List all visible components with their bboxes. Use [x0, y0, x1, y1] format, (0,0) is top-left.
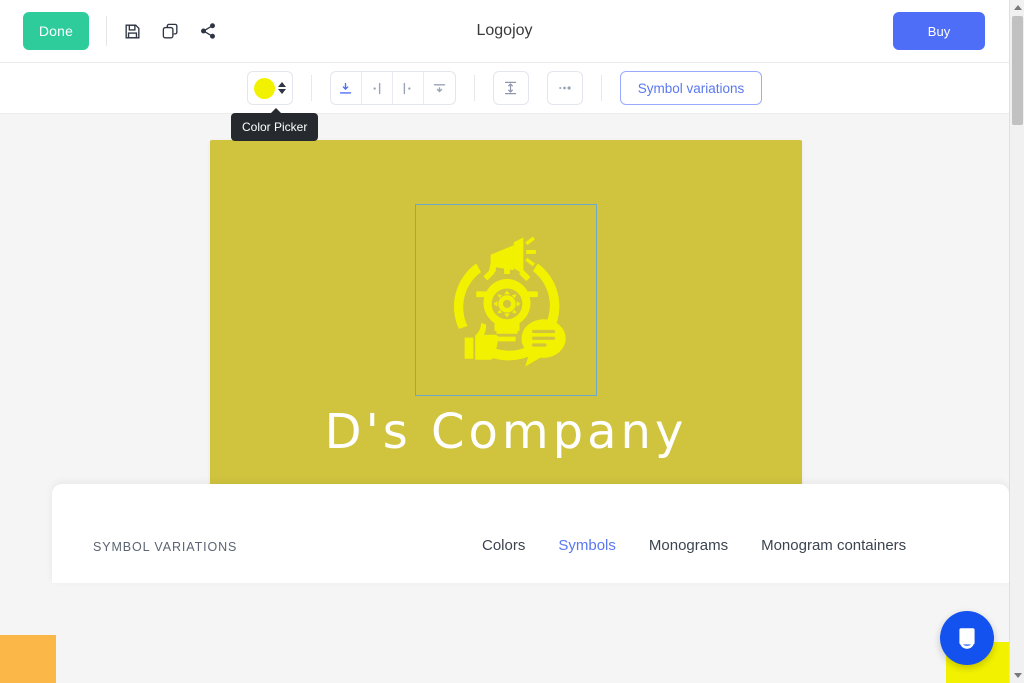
- scroll-down-icon[interactable]: [1010, 668, 1024, 683]
- editor-toolbar: Symbol variations: [0, 63, 1009, 114]
- duplicate-icon[interactable]: [153, 14, 187, 48]
- symbol-variations-button[interactable]: Symbol variations: [619, 71, 763, 105]
- scroll-up-icon[interactable]: [1010, 0, 1024, 15]
- color-picker-tooltip: Color Picker: [231, 108, 319, 141]
- vertical-spacing-icon[interactable]: [492, 71, 529, 105]
- save-icon[interactable]: [115, 14, 149, 48]
- scrollbar-thumb[interactable]: [1012, 16, 1023, 125]
- brand-name[interactable]: D's Company: [210, 404, 802, 460]
- done-button[interactable]: Done: [23, 12, 89, 50]
- symbol-variations-panel: SYMBOL VARIATIONS Colors Symbols Monogra…: [52, 484, 1009, 583]
- symbol-selection-frame[interactable]: [415, 204, 597, 396]
- tab-colors[interactable]: Colors: [482, 537, 525, 554]
- align-left-icon[interactable]: [393, 72, 424, 104]
- top-bar: Done Logojoy Buy: [0, 0, 1009, 63]
- share-icon[interactable]: [191, 14, 225, 48]
- digital-marketing-symbol[interactable]: [430, 221, 584, 381]
- color-picker-button[interactable]: [246, 71, 293, 105]
- buy-button[interactable]: Buy: [893, 12, 985, 50]
- align-top-icon[interactable]: [424, 72, 455, 104]
- page-scrollbar[interactable]: [1009, 0, 1024, 683]
- intercom-chat-icon[interactable]: [940, 611, 994, 665]
- panel-tabs: Colors Symbols Monograms Monogram contai…: [482, 537, 906, 554]
- divider: [473, 75, 475, 101]
- color-stepper[interactable]: [277, 82, 286, 94]
- align-bottom-icon[interactable]: [331, 72, 362, 104]
- tab-monogram-containers[interactable]: Monogram containers: [761, 537, 906, 554]
- divider: [310, 75, 312, 101]
- toolbar-divider: [106, 16, 107, 46]
- tab-symbols[interactable]: Symbols: [558, 537, 616, 554]
- letter-spacing-icon[interactable]: [546, 71, 583, 105]
- logojoy-editor: Done Logojoy Buy Symbol variations Color…: [0, 0, 1024, 683]
- align-right-icon[interactable]: [362, 72, 393, 104]
- tab-monograms[interactable]: Monograms: [649, 537, 728, 554]
- color-swatch: [253, 77, 275, 99]
- panel-section-label: SYMBOL VARIATIONS: [93, 540, 238, 554]
- alignment-group: [329, 71, 456, 105]
- canvas-area[interactable]: D's Company digital marketing studio: [0, 114, 1009, 683]
- swatch-preview-left[interactable]: [0, 635, 56, 683]
- divider: [600, 75, 602, 101]
- header-icon-group: [115, 14, 225, 48]
